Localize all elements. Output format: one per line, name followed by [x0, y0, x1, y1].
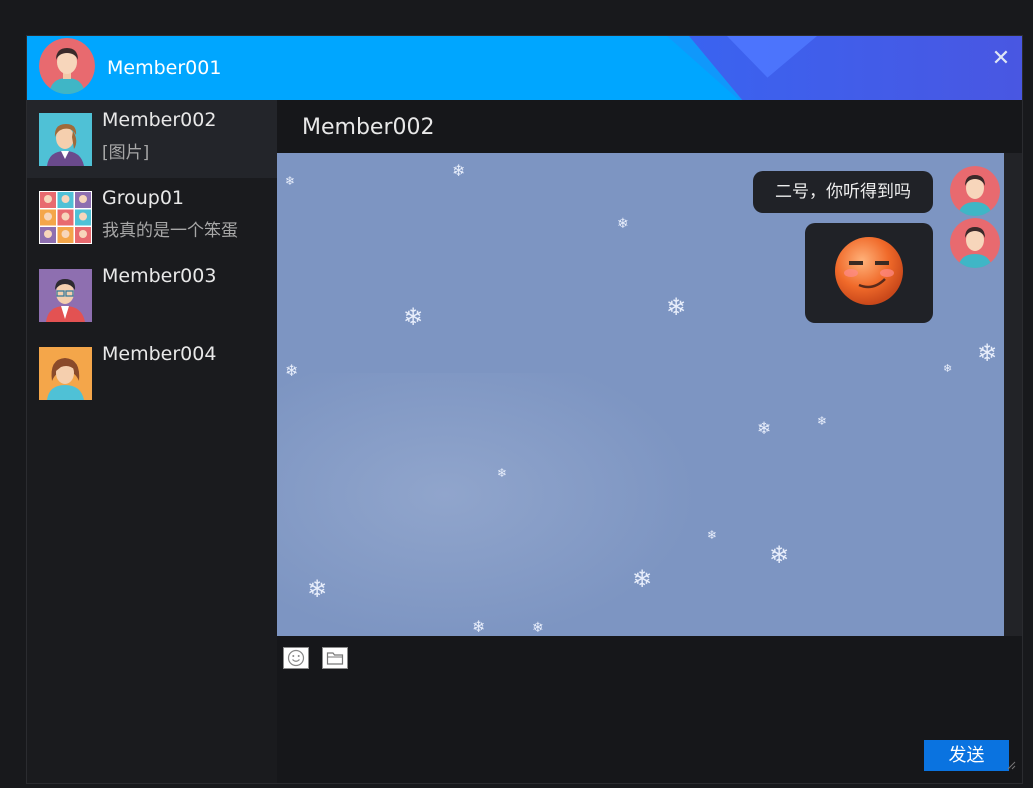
contact-name: Member004	[102, 343, 217, 365]
contact-avatar	[39, 347, 92, 400]
snowflake-icon: ❄	[285, 361, 299, 380]
chat-title: Member002	[302, 115, 435, 140]
message-bubble-text[interactable]: 二号，你听得到吗	[753, 171, 933, 213]
emoji-button[interactable]	[283, 647, 309, 669]
background-cloud	[277, 373, 697, 636]
contact-name: Member002	[102, 109, 217, 131]
message-bubble-emoji[interactable]	[805, 223, 933, 323]
message-avatar	[950, 218, 1000, 268]
contact-preview: 我真的是一个笨蛋	[102, 221, 238, 241]
snowflake-icon: ❄	[757, 419, 772, 439]
snowflake-icon: ❄	[632, 565, 653, 593]
contact-avatar	[39, 113, 92, 166]
contact-item-member003[interactable]: Member003	[27, 256, 277, 334]
snowflake-icon: ❄	[769, 541, 790, 569]
chat-window: Member001 ✕ Member002 [图片] Group01 我真的是一…	[26, 35, 1023, 784]
snowflake-icon: ❄	[497, 466, 508, 480]
send-button[interactable]: 发送	[924, 740, 1009, 771]
contact-preview: [图片]	[102, 143, 150, 163]
folder-icon	[326, 652, 344, 665]
message-list-scrollbar[interactable]	[1004, 153, 1022, 636]
snowflake-icon: ❄	[452, 161, 466, 180]
self-avatar[interactable]	[39, 38, 95, 94]
contact-item-member002[interactable]: Member002 [图片]	[27, 100, 277, 178]
message-avatar	[950, 166, 1000, 216]
chat-panel: Member002 ❄ ❄ ❄ ❄ ❄ ❄ ❄ ❄ ❄ ❄ ❄ ❄ ❄ ❄ ❄ …	[277, 100, 1022, 783]
contact-avatar	[39, 269, 92, 322]
smiley-icon	[287, 649, 305, 667]
snowflake-icon: ❄	[617, 216, 629, 232]
message-list[interactable]: ❄ ❄ ❄ ❄ ❄ ❄ ❄ ❄ ❄ ❄ ❄ ❄ ❄ ❄ ❄ ❄ ❄ 二号，你听得…	[277, 153, 1004, 636]
smirk-face-icon	[835, 237, 903, 305]
title-bar: Member001 ✕	[27, 36, 1022, 100]
snowflake-icon: ❄	[666, 293, 687, 321]
snowflake-icon: ❄	[817, 414, 828, 428]
snowflake-icon: ❄	[532, 620, 544, 636]
self-user-name: Member001	[107, 57, 222, 79]
contact-name: Group01	[102, 187, 185, 209]
snowflake-icon: ❄	[285, 174, 296, 188]
group-avatar	[39, 191, 92, 244]
contact-item-group01[interactable]: Group01 我真的是一个笨蛋	[27, 178, 277, 256]
snowflake-icon: ❄	[472, 617, 486, 636]
contact-item-member004[interactable]: Member004	[27, 334, 277, 412]
snowflake-icon: ❄	[977, 339, 998, 367]
contact-name: Member003	[102, 265, 217, 287]
contact-list: Member002 [图片] Group01 我真的是一个笨蛋 Member00…	[27, 100, 277, 783]
resize-grip-icon[interactable]	[1006, 760, 1016, 770]
snowflake-icon: ❄	[943, 362, 953, 375]
snowflake-icon: ❄	[403, 303, 424, 331]
close-icon[interactable]: ✕	[990, 48, 1012, 70]
snowflake-icon: ❄	[307, 575, 328, 603]
snowflake-icon: ❄	[707, 528, 718, 542]
message-input[interactable]	[277, 675, 1022, 783]
file-button[interactable]	[322, 647, 348, 669]
